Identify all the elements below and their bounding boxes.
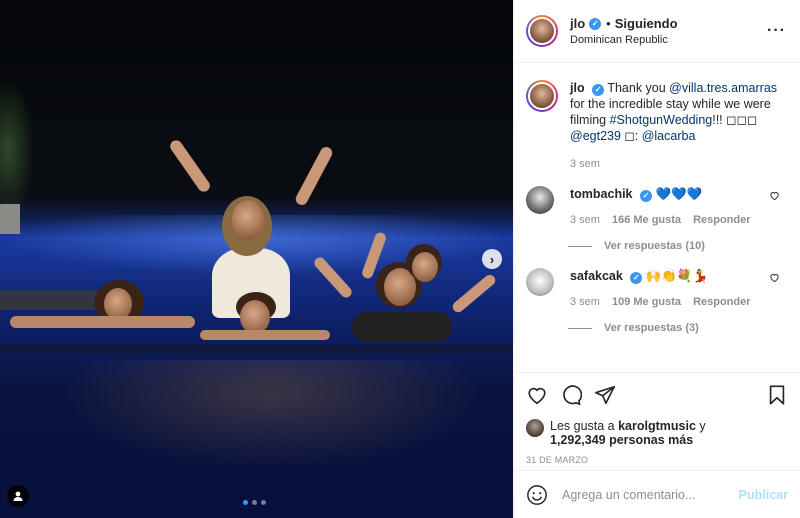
post-actions: Les gusta a karolgtmusic y 1,292,349 per… (514, 372, 800, 465)
post-date[interactable]: 31 DE MARZO (526, 455, 788, 465)
reply-button[interactable]: Responder (693, 212, 750, 228)
likes-summary: Les gusta a karolgtmusic y 1,292,349 per… (526, 419, 788, 447)
carousel-dot (252, 500, 257, 505)
user-icon (13, 491, 23, 501)
more-options-icon[interactable]: ··· (767, 22, 786, 40)
commenter-avatar[interactable] (526, 186, 554, 214)
carousel-next-button[interactable]: › (482, 249, 502, 269)
view-replies-button[interactable]: Ver respuestas (3) (568, 322, 788, 334)
hashtag-link[interactable]: #ShotgunWedding (610, 113, 713, 127)
comment-time[interactable]: 3 sem (570, 294, 600, 310)
commenter-avatar[interactable] (526, 268, 554, 296)
mention-link[interactable]: @egt239 (570, 129, 621, 143)
liker-username[interactable]: karolgtmusic (618, 419, 696, 433)
person-arm (293, 144, 335, 208)
comment-username[interactable]: safakcak (570, 269, 623, 283)
plant (0, 80, 35, 220)
planter (0, 204, 20, 234)
comment-likes[interactable]: 166 Me gusta (612, 212, 681, 228)
comment-text: 💙💙💙 (655, 187, 703, 201)
comment-time[interactable]: 3 sem (570, 212, 600, 228)
caption-time[interactable]: 3 sem (570, 156, 600, 172)
person-arms (10, 316, 195, 328)
pool-edge (0, 345, 513, 353)
carousel-dot (243, 500, 248, 505)
person-head (412, 252, 438, 282)
carousel-dots (243, 500, 266, 505)
author-username[interactable]: jlo (570, 16, 585, 31)
person-body (352, 312, 452, 342)
post-side-panel: jlo ✓ • Siguiendo Dominican Republic ···… (513, 0, 800, 518)
post-header: jlo ✓ • Siguiendo Dominican Republic ··· (514, 0, 800, 63)
likes-count[interactable]: 1,292,349 personas más (550, 433, 693, 447)
comment-item: safakcak ✓ 🙌👏💐💃 3 sem 109 Me gusta Respo… (526, 268, 788, 310)
like-comment-heart-icon[interactable] (769, 272, 780, 283)
view-replies-button[interactable]: Ver respuestas (10) (568, 240, 788, 252)
add-comment-bar: Publicar (514, 470, 800, 518)
person-arm (167, 137, 213, 195)
comment-likes[interactable]: 109 Me gusta (612, 294, 681, 310)
like-heart-icon[interactable] (526, 384, 548, 406)
like-comment-heart-icon[interactable] (769, 190, 780, 201)
carousel-dot (261, 500, 266, 505)
author-avatar[interactable] (526, 15, 558, 47)
instagram-post-modal: › jlo ✓ • Siguiendo Dominican Republic ·… (0, 0, 800, 518)
verified-badge-icon: ✓ (589, 17, 602, 30)
comment-item: tombachik ✓ 💙💙💙 3 sem 166 Me gusta Respo… (526, 186, 788, 228)
post-photo[interactable]: › (0, 0, 513, 518)
separator: • (606, 16, 611, 31)
comments-list[interactable]: jlo ✓ Thank you @villa.tres.amarras for … (514, 64, 800, 372)
comment-username[interactable]: tombachik (570, 187, 633, 201)
emoji-smiley-icon[interactable] (526, 484, 548, 506)
following-button[interactable]: Siguiendo (615, 16, 678, 31)
chevron-right-icon: › (489, 251, 495, 267)
caption-username[interactable]: jlo (570, 81, 585, 95)
liker-avatar[interactable] (526, 419, 544, 437)
verified-badge-icon: ✓ (640, 190, 652, 202)
post-comment-button[interactable]: Publicar (739, 488, 788, 502)
share-send-icon[interactable] (594, 384, 616, 406)
comment-input[interactable] (562, 487, 739, 502)
verified-badge-icon: ✓ (592, 84, 605, 96)
person-arms (200, 330, 330, 340)
verified-badge-icon: ✓ (630, 272, 643, 284)
mention-link[interactable]: @villa.tres.amarras (669, 81, 777, 95)
person-head (240, 300, 270, 334)
tagged-users-button[interactable] (7, 485, 29, 507)
person-head (232, 200, 264, 240)
caption-avatar[interactable] (526, 80, 558, 112)
caption: jlo ✓ Thank you @villa.tres.amarras for … (526, 80, 788, 172)
water-reflection (60, 360, 483, 470)
bookmark-icon[interactable] (766, 384, 788, 406)
comment-text: 🙌👏💐💃 (645, 269, 709, 283)
comment-bubble-icon[interactable] (560, 384, 582, 406)
pool-deck (0, 290, 100, 310)
reply-button[interactable]: Responder (693, 294, 750, 310)
person-arm (450, 272, 498, 315)
location-link[interactable]: Dominican Republic (570, 34, 678, 46)
mention-link[interactable]: @lacarba (642, 129, 696, 143)
